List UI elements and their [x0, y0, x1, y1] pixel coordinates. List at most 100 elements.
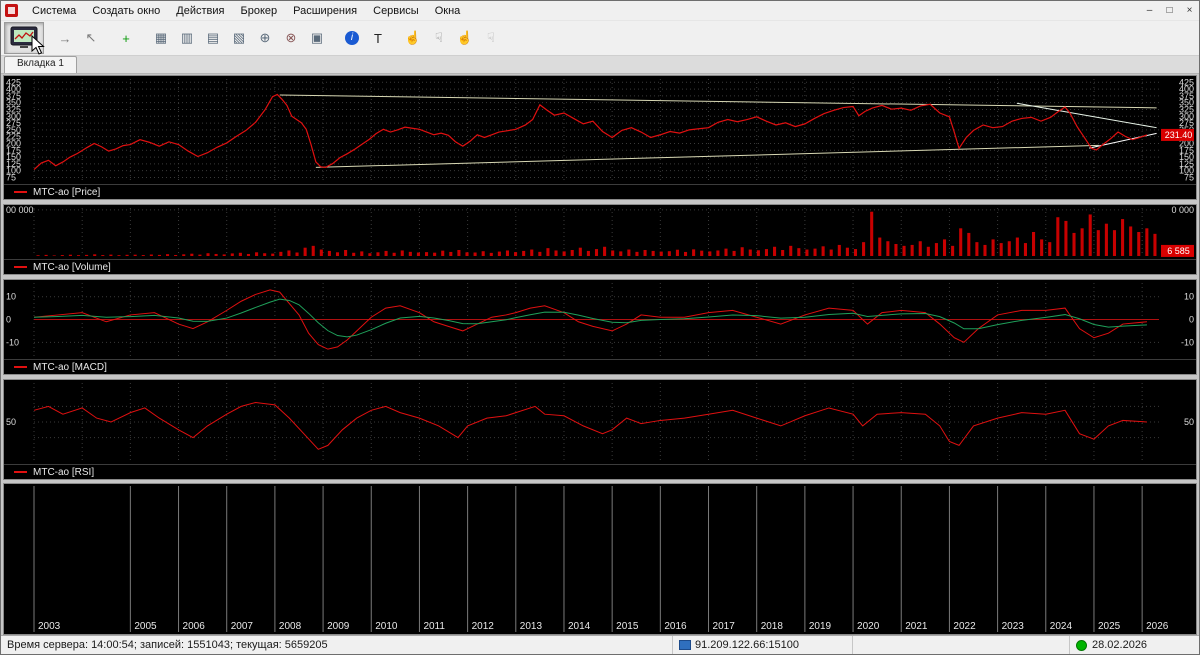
hand-up2-icon[interactable]: ☝ [453, 26, 477, 50]
menu-bar: Система Создать окно Действия Брокер Расшире… [1, 1, 1199, 20]
svg-text:2006: 2006 [183, 621, 206, 632]
price-chart[interactable]: 7575100100125125150150175175200200225225… [4, 76, 1196, 184]
zoom-out-icon: ⊗ [285, 30, 297, 45]
hand-up2-icon: ☝ [456, 30, 474, 45]
info-icon[interactable]: i [340, 26, 364, 50]
svg-text:2021: 2021 [905, 621, 928, 632]
cursor-tool-icon[interactable]: ↖ [79, 26, 103, 50]
rsi-legend: МТС-ао [RSI] [4, 464, 1196, 479]
info-icon: i [345, 31, 359, 45]
app-icon[interactable] [5, 4, 18, 17]
svg-text:10: 10 [1184, 292, 1194, 302]
macd-panel: 10 10 0 0 -10 -10 МТС-ао [MACD] [3, 279, 1197, 375]
volume-series-label: МТС-ао [Volume] [33, 261, 111, 273]
price-series-label: МТС-ао [Price] [33, 186, 101, 198]
delete-chart-icon[interactable]: ▧ [227, 26, 251, 50]
svg-text:2005: 2005 [134, 621, 157, 632]
minimize-button[interactable]: – [1140, 3, 1159, 18]
new-chart-window-icon[interactable]: ▦ [149, 26, 173, 50]
chart-monitor-icon [10, 26, 38, 48]
menu-item-6[interactable]: Окна [427, 4, 469, 18]
time-axis-scale[interactable]: 2003 2005 2006 2007 2008 2009 2010 2011 2012 2013… [4, 484, 1196, 634]
svg-text:2014: 2014 [568, 621, 591, 632]
zoom-out-icon[interactable]: ⊗ [279, 26, 303, 50]
svg-text:10: 10 [6, 292, 16, 302]
svg-text:2012: 2012 [472, 621, 495, 632]
chart-window-button[interactable] [4, 22, 44, 54]
svg-text:2008: 2008 [279, 621, 302, 632]
restore-button[interactable]: □ [1160, 3, 1179, 18]
menu-item-3[interactable]: Брокер [233, 4, 286, 18]
volume-legend: МТС-ао [Volume] [4, 259, 1196, 274]
menu-item-4[interactable]: Расширения [285, 4, 365, 18]
toolbar-buttons: → ↖ + ▦ ▥ ▤ ▧ ⊕ ⊗ ▣ i T ☝ ☟ ☝ ☟ [52, 26, 504, 50]
svg-text:2016: 2016 [664, 621, 687, 632]
svg-text:0: 0 [1189, 315, 1194, 325]
price-legend: МТС-ао [Price] [4, 184, 1196, 199]
menu-item-2[interactable]: Действия [168, 4, 232, 18]
svg-text:0: 0 [6, 315, 11, 325]
hand-down2-icon[interactable]: ☟ [479, 26, 503, 50]
add-window-icon[interactable]: + [114, 26, 138, 50]
svg-text:2026: 2026 [1146, 621, 1169, 632]
hand-up-icon: ☝ [404, 30, 422, 45]
forward-arrow-icon[interactable]: → [53, 26, 77, 50]
tab-vkladka-1[interactable]: Вкладка 1 [4, 56, 77, 73]
rsi-series-swatch [14, 471, 27, 473]
svg-text:0 000: 0 000 [1171, 205, 1194, 215]
menu-item-1[interactable]: Создать окно [84, 4, 168, 18]
cursor-tool-icon: ↖ [85, 30, 97, 45]
svg-text:2010: 2010 [375, 621, 398, 632]
macd-chart[interactable]: 10 10 0 0 -10 -10 [4, 280, 1196, 359]
text-tool-icon[interactable]: T [366, 26, 390, 50]
svg-text:2011: 2011 [423, 621, 445, 632]
tab-bar: Вкладка 1 [1, 56, 1199, 74]
svg-text:2007: 2007 [231, 621, 254, 632]
line-chart-icon: ▤ [206, 30, 220, 45]
svg-text:00 000: 00 000 [6, 205, 34, 215]
connection-address: 91.209.122.66:15100 [695, 639, 799, 651]
line-chart-icon[interactable]: ▤ [201, 26, 225, 50]
svg-text:2023: 2023 [1002, 621, 1025, 632]
svg-text:-10: -10 [1181, 337, 1194, 347]
bar-chart-icon: ▥ [180, 30, 194, 45]
volume-series-swatch [14, 266, 27, 268]
hand-up-icon[interactable]: ☝ [401, 26, 425, 50]
time-axis[interactable]: 2003 2005 2006 2007 2008 2009 2010 2011 2012 2013… [3, 483, 1197, 635]
price-panel: 7575100100125125150150175175200200225225… [3, 75, 1197, 200]
svg-text:50: 50 [6, 417, 16, 427]
chart-area: 7575100100125125150150175175200200225225… [1, 74, 1199, 635]
hand-down2-icon: ☟ [487, 30, 495, 45]
price-series-swatch [14, 191, 27, 193]
svg-text:2025: 2025 [1098, 621, 1121, 632]
svg-text:2009: 2009 [327, 621, 350, 632]
menu-item-0[interactable]: Система [24, 4, 84, 18]
text-tool-icon: T [374, 30, 382, 46]
close-button[interactable]: × [1180, 3, 1199, 18]
macd-series-label: МТС-ао [MACD] [33, 361, 107, 373]
toolbar: → ↖ + ▦ ▥ ▤ ▧ ⊕ ⊗ ▣ i T ☝ ☟ ☝ ☟ [1, 20, 1199, 56]
zoom-in-icon: ⊕ [259, 30, 271, 45]
copy-chart-icon[interactable]: ▣ [305, 26, 329, 50]
svg-text:2017: 2017 [713, 621, 736, 632]
svg-text:425: 425 [6, 77, 21, 87]
zoom-in-icon[interactable]: ⊕ [253, 26, 277, 50]
server-time-text: Время сервера: 14:00:54; записей: 155104… [7, 639, 328, 651]
hand-down-icon: ☟ [435, 30, 443, 45]
bar-chart-icon[interactable]: ▥ [175, 26, 199, 50]
volume-chart[interactable]: 00 000 0 000 6 585 [4, 205, 1196, 259]
window-controls: – □ × [1139, 3, 1199, 18]
svg-text:2022: 2022 [953, 621, 976, 632]
status-date: 28.02.2026 [1092, 639, 1148, 651]
rsi-chart[interactable]: 50 50 [4, 380, 1196, 464]
svg-text:425: 425 [1179, 77, 1194, 87]
svg-text:-10: -10 [6, 337, 19, 347]
connection-status: 91.209.122.66:15100 [673, 636, 853, 654]
svg-text:231.40: 231.40 [1165, 130, 1193, 140]
status-bar: Время сервера: 14:00:54; записей: 155104… [1, 635, 1199, 654]
quik-terminal-window: Система Создать окно Действия Брокер Расшире… [0, 0, 1200, 655]
menu-item-5[interactable]: Сервисы [365, 4, 427, 18]
hand-down-icon[interactable]: ☟ [427, 26, 451, 50]
svg-text:2015: 2015 [616, 621, 639, 632]
svg-text:2013: 2013 [520, 621, 543, 632]
